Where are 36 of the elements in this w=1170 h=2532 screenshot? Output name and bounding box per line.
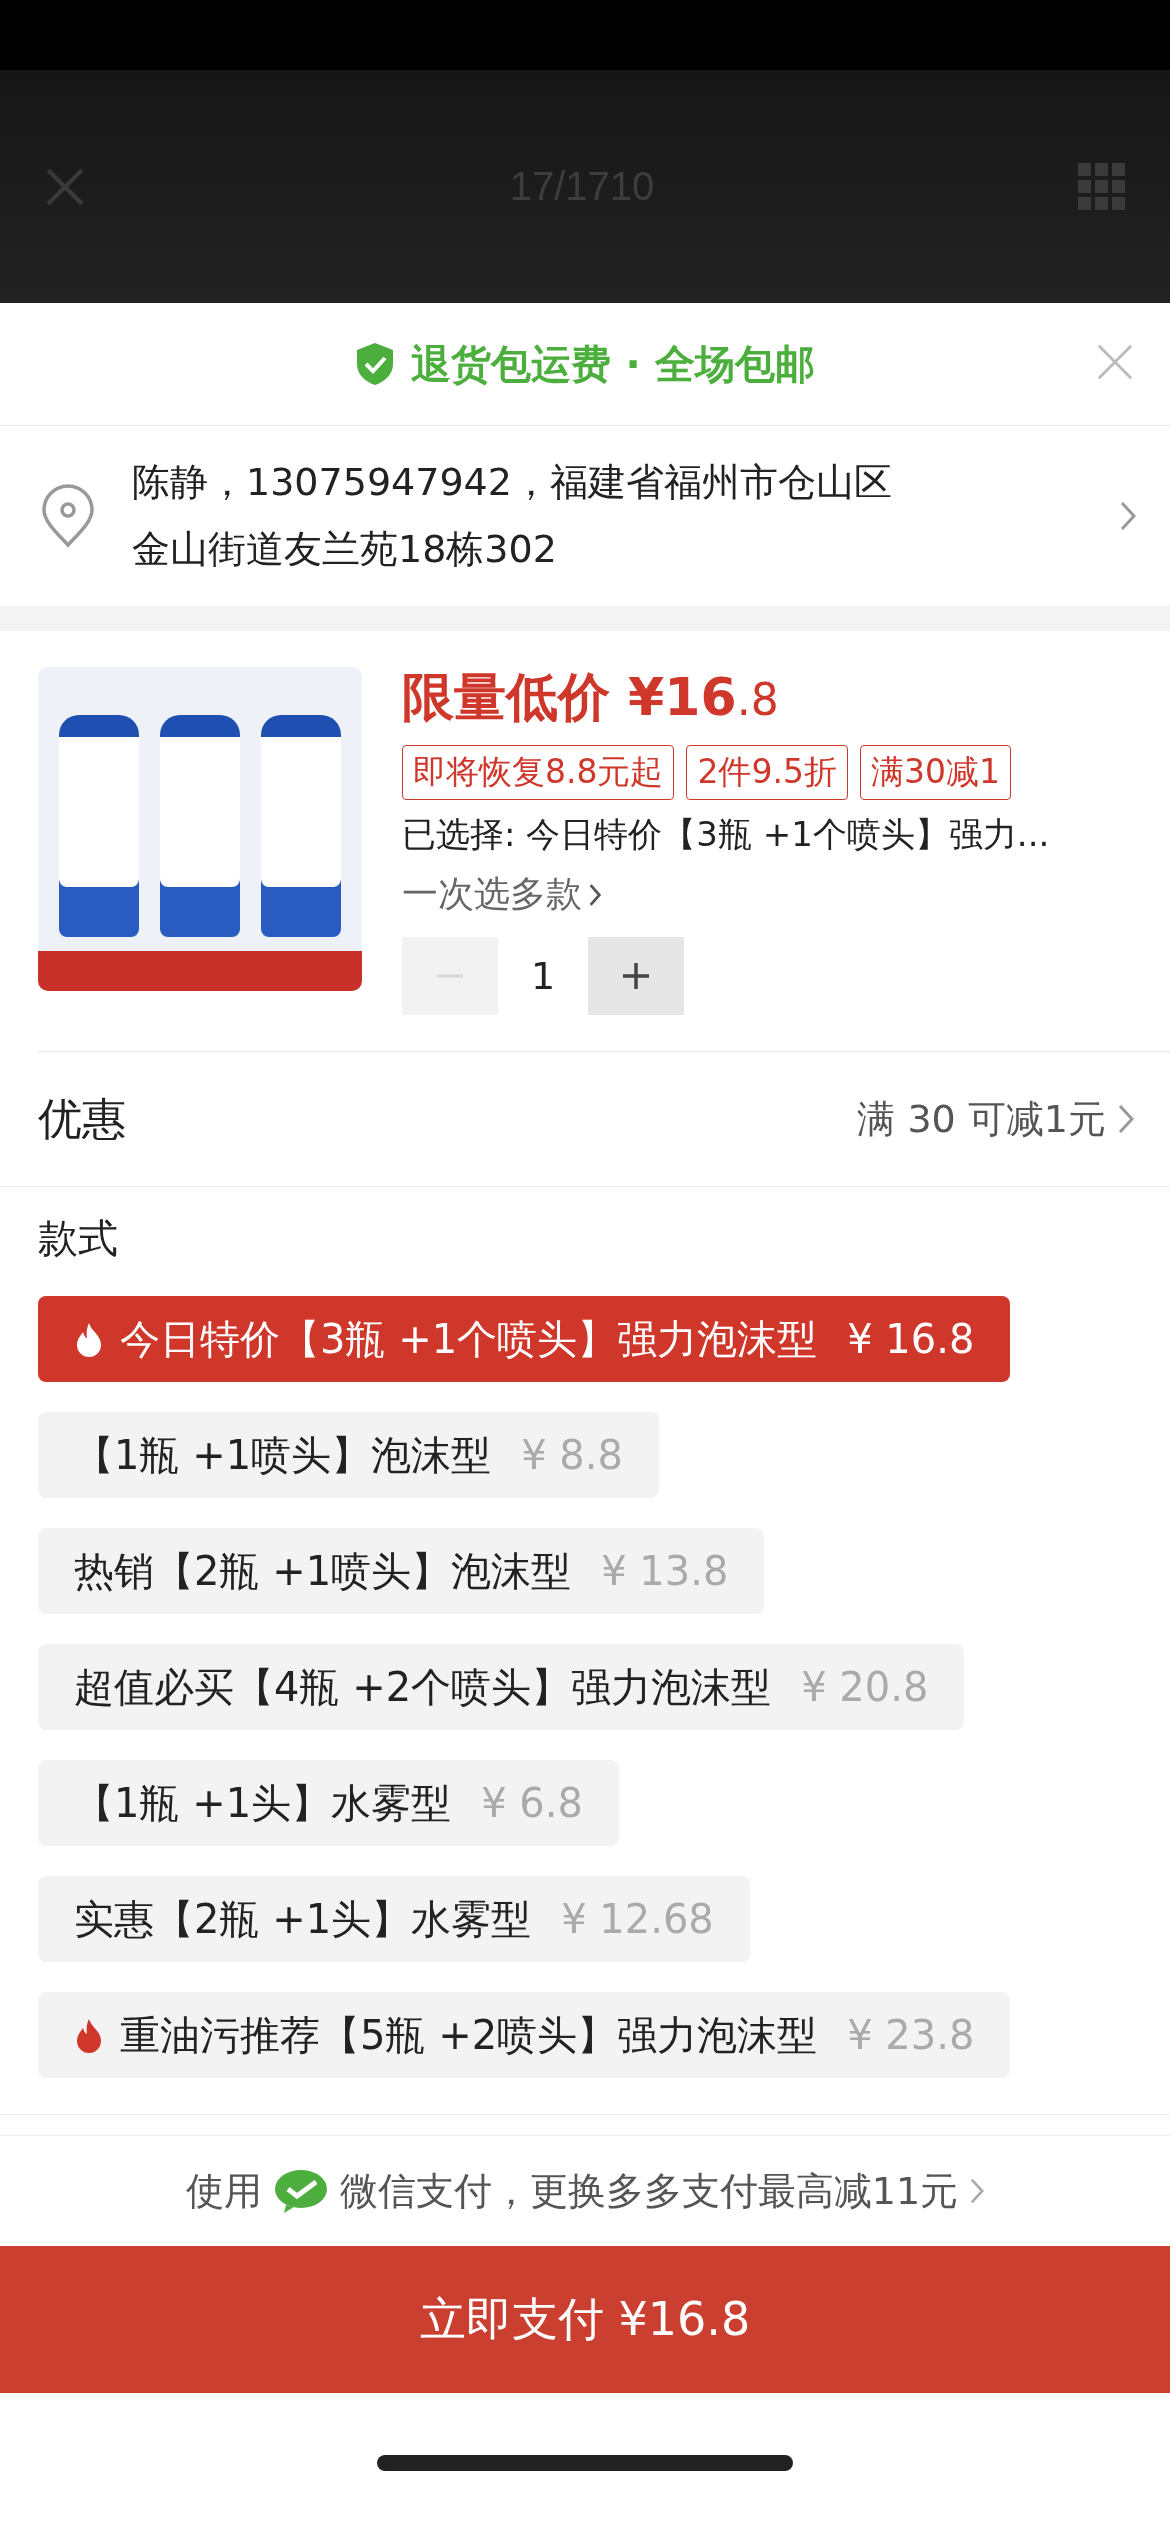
promo-tag: 即将恢复8.8元起 [402, 745, 675, 800]
increase-button[interactable] [588, 937, 684, 1015]
product-price: 限量低价 ¥16.8 [402, 666, 780, 729]
chevron-right-icon [1118, 1104, 1134, 1134]
discount-row[interactable]: 优惠 满 30 可减1元 [0, 1052, 1170, 1187]
variant-option[interactable]: 今日特价【3瓶 +1个喷头】强力泡沫型 ¥ 16.8 [38, 1296, 1011, 1382]
variant-option[interactable]: 超值必买【4瓶 +2个喷头】强力泡沫型 ¥ 20.8 [38, 1644, 965, 1730]
close-button[interactable] [1096, 343, 1134, 381]
variant-option[interactable]: 重油污推荐【5瓶 +2喷头】强力泡沫型 ¥ 23.8 [38, 1992, 1011, 2078]
promo-tag: 2件9.5折 [686, 745, 848, 800]
address-line: 陈静，13075947942，福建省福州市仓山区 [132, 459, 893, 506]
quantity-value: 1 [529, 954, 557, 998]
variant-option[interactable]: 热销【2瓶 +1喷头】泡沫型 ¥ 13.8 [38, 1528, 765, 1614]
chat-check-icon [273, 2168, 328, 2214]
plus-icon [621, 961, 651, 991]
section-label: 款式 [38, 1214, 118, 1263]
pay-now-button[interactable]: 立即支付 ¥16.8 [0, 2246, 1170, 2393]
selected-variant-text: 已选择: 今日特价【3瓶 +1个喷头】强力... [402, 813, 1051, 856]
payment-prefix: 使用 [185, 2167, 262, 2215]
chevron-right-icon [970, 2177, 985, 2205]
chevron-right-icon [588, 882, 602, 907]
payment-method-text: 微信支付，更换多多支付最高减11元 [339, 2167, 959, 2215]
multi-select-link[interactable]: 一次选多款 [402, 870, 602, 919]
chevron-right-icon [1120, 501, 1136, 531]
variant-option[interactable]: 【1瓶 +1头】水雾型 ¥ 6.8 [38, 1760, 619, 1846]
shield-check-icon [355, 342, 396, 386]
discount-label: 优惠 [38, 1091, 127, 1146]
variant-option[interactable]: 【1瓶 +1喷头】泡沫型 ¥ 8.8 [38, 1412, 659, 1498]
location-pin-icon [40, 484, 96, 548]
address-line: 金山街道友兰苑18栋302 [132, 526, 558, 573]
variant-option[interactable]: 实惠【2瓶 +1头】水雾型 ¥ 12.68 [38, 1876, 750, 1962]
grid-icon [1078, 162, 1126, 211]
discount-value: 满 30 可减1元 [857, 1095, 1106, 1143]
address-row[interactable]: 陈静，13075947942，福建省福州市仓山区 金山街道友兰苑18栋302 [0, 426, 1170, 606]
promo-tag: 满30减1 [859, 745, 1011, 800]
banner-text: 退货包运费 · 全场包邮 [411, 339, 815, 389]
